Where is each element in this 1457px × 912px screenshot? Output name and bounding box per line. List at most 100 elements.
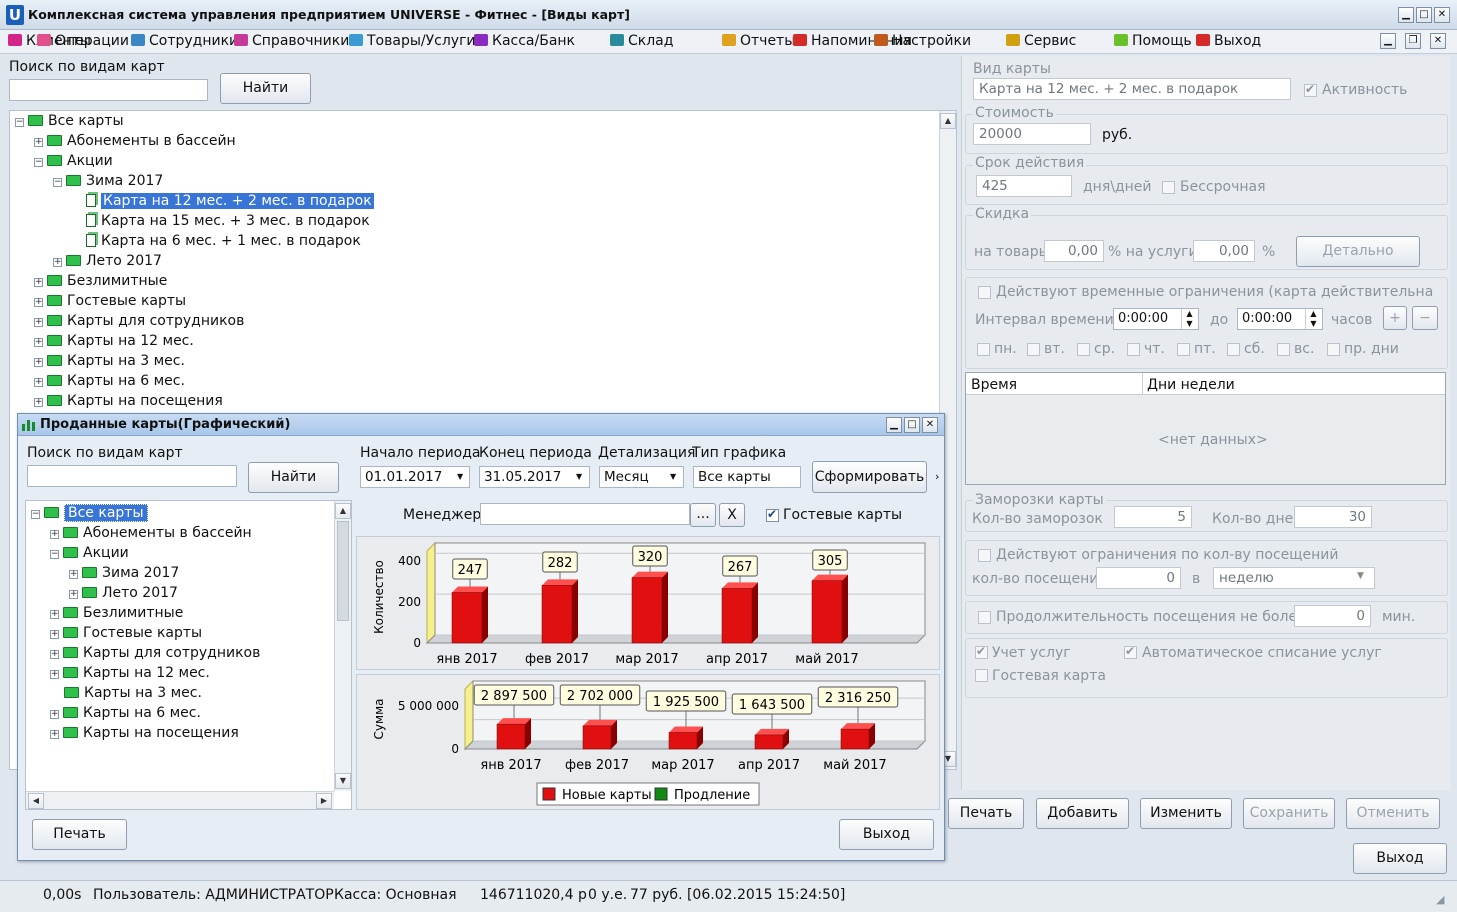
mdi-restore-icon[interactable]: ❐ bbox=[1405, 33, 1421, 49]
menu-11[interactable]: Помощь bbox=[1114, 33, 1192, 49]
tree-item[interactable]: Карта на 6 мес. + 1 мес. в подарок bbox=[72, 231, 361, 251]
menu-10[interactable]: Сервис bbox=[1006, 33, 1076, 49]
exit-button[interactable]: Выход bbox=[1353, 843, 1447, 874]
period-end-field[interactable]: 31.05.2017 bbox=[479, 466, 590, 488]
manager-select-button[interactable]: ... bbox=[690, 503, 716, 527]
expand-icon[interactable]: + bbox=[69, 570, 78, 579]
save-button[interactable]: Сохранить bbox=[1243, 798, 1335, 829]
sub-print-button[interactable]: Печать bbox=[32, 819, 127, 850]
tree-item[interactable]: − Все карты bbox=[15, 111, 124, 131]
print-button[interactable]: Печать bbox=[948, 798, 1024, 829]
expand-icon[interactable]: + bbox=[50, 630, 59, 639]
card-type-field[interactable]: Карта на 12 мес. + 2 мес. в подарок bbox=[973, 78, 1291, 100]
collapse-icon[interactable]: − bbox=[50, 550, 59, 559]
weekday-checkbox[interactable] bbox=[1227, 343, 1240, 356]
goods-discount-field[interactable]: 0,00 bbox=[1044, 240, 1104, 262]
expand-icon[interactable]: + bbox=[50, 670, 59, 679]
sub-scroll-thumb[interactable] bbox=[337, 521, 349, 621]
tree-item[interactable]: + Абонементы в бассейн bbox=[34, 131, 236, 151]
time-limit-checkbox[interactable] bbox=[978, 286, 991, 299]
weekday-checkbox[interactable] bbox=[1027, 343, 1040, 356]
search-input[interactable] bbox=[9, 79, 208, 101]
collapse-icon[interactable]: − bbox=[15, 118, 24, 127]
sub-tree-item[interactable]: + Абонементы в бассейн bbox=[50, 523, 252, 543]
sub-tree-item[interactable]: Карты на 3 мес. bbox=[50, 683, 202, 703]
weekday-checkbox[interactable] bbox=[1127, 343, 1140, 356]
sub-tree-item[interactable]: + Карты на 12 мес. bbox=[50, 663, 210, 683]
sub-scroll-left-icon[interactable]: ◀ bbox=[28, 793, 44, 809]
time-to-spinner-icon[interactable]: ▲ ▼ bbox=[1305, 309, 1321, 329]
visit-limit-checkbox[interactable] bbox=[978, 549, 991, 562]
weekday-checkbox[interactable] bbox=[1177, 343, 1190, 356]
auto-writeoff-checkbox[interactable] bbox=[1124, 644, 1137, 659]
build-button[interactable]: Сформировать bbox=[812, 461, 927, 493]
menu-4[interactable]: Товары/Услуги bbox=[349, 33, 476, 49]
collapse-icon[interactable]: − bbox=[31, 510, 40, 519]
collapse-icon[interactable]: − bbox=[34, 158, 43, 167]
expand-icon[interactable]: + bbox=[34, 318, 43, 327]
expand-icon[interactable]: + bbox=[34, 298, 43, 307]
weekday-checkbox[interactable] bbox=[1327, 343, 1340, 356]
manager-field[interactable] bbox=[480, 503, 690, 525]
expand-icon[interactable]: + bbox=[50, 530, 59, 539]
minimize-icon[interactable]: ▁ bbox=[1398, 7, 1414, 23]
tree-item[interactable]: + Карты на 3 мес. bbox=[34, 351, 185, 371]
unlimited-checkbox[interactable] bbox=[1162, 181, 1175, 194]
sub-tree-item[interactable]: + Гостевые карты bbox=[50, 623, 202, 643]
duration-checkbox[interactable] bbox=[978, 611, 991, 624]
menu-3[interactable]: Справочники bbox=[234, 33, 349, 49]
close-icon[interactable]: ✕ bbox=[1434, 7, 1450, 23]
edit-button[interactable]: Изменить bbox=[1140, 798, 1232, 829]
expand-icon[interactable]: + bbox=[50, 730, 59, 739]
sub-search-input[interactable] bbox=[27, 465, 237, 487]
tree-item[interactable]: Карта на 12 мес. + 2 мес. в подарок bbox=[72, 191, 374, 211]
sub-scroll-down-icon[interactable]: ▼ bbox=[335, 773, 351, 789]
sub-tree-item[interactable]: + Безлимитные bbox=[50, 603, 183, 623]
detail-button[interactable]: Детально bbox=[1296, 236, 1420, 267]
tree-item[interactable]: − Акции bbox=[34, 151, 113, 171]
sub-find-button[interactable]: Найти bbox=[248, 462, 339, 493]
period-end-dropdown-icon[interactable]: ▼ bbox=[576, 472, 582, 481]
tree-item[interactable]: + Безлимитные bbox=[34, 271, 167, 291]
time-from-spinner-icon[interactable]: ▲ ▼ bbox=[1181, 309, 1197, 329]
period-start-field[interactable]: 01.01.2017 bbox=[360, 466, 470, 488]
collapse-icon[interactable]: − bbox=[53, 178, 62, 187]
visit-count-field[interactable]: 0 bbox=[1096, 567, 1181, 589]
sub-maximize-icon[interactable]: □ bbox=[904, 417, 920, 433]
manager-clear-button[interactable]: X bbox=[719, 503, 745, 527]
weekday-checkbox[interactable] bbox=[1077, 343, 1090, 356]
period-start-dropdown-icon[interactable]: ▼ bbox=[457, 472, 463, 481]
freeze-days-field[interactable]: 30 bbox=[1294, 506, 1372, 528]
guest-card-checkbox[interactable] bbox=[975, 669, 988, 682]
mdi-close-icon[interactable]: ✕ bbox=[1430, 33, 1446, 49]
menu-5[interactable]: Касса/Банк bbox=[474, 33, 575, 49]
resize-grip-icon[interactable]: ◢ bbox=[1436, 893, 1444, 906]
expand-icon[interactable]: + bbox=[34, 398, 43, 407]
expand-icon[interactable]: + bbox=[50, 650, 59, 659]
expand-icon[interactable]: + bbox=[34, 378, 43, 387]
sub-exit-button[interactable]: Выход bbox=[839, 819, 934, 850]
maximize-icon[interactable]: □ bbox=[1416, 7, 1432, 23]
tree-item[interactable]: Карта на 15 мес. + 3 мес. в подарок bbox=[72, 211, 370, 231]
expand-icon[interactable]: + bbox=[34, 358, 43, 367]
cost-field[interactable]: 20000 bbox=[973, 123, 1091, 145]
tree-item[interactable]: + Гостевые карты bbox=[34, 291, 186, 311]
add-interval-icon[interactable]: + bbox=[1383, 306, 1407, 330]
sub-tree-vscroll[interactable]: ▲ ▼ bbox=[334, 501, 351, 791]
sub-close-icon[interactable]: ✕ bbox=[922, 417, 938, 433]
menu-12[interactable]: Выход bbox=[1196, 33, 1261, 49]
chart-type-field[interactable]: Все карты bbox=[693, 466, 801, 488]
expand-icon[interactable]: + bbox=[53, 258, 62, 267]
period-select[interactable]: неделю bbox=[1213, 567, 1375, 589]
duration-field[interactable]: 0 bbox=[1294, 605, 1371, 627]
service-account-checkbox[interactable] bbox=[975, 644, 988, 659]
sub-tree-item[interactable]: + Карты для сотрудников bbox=[50, 643, 260, 663]
menu-1[interactable]: Операции bbox=[37, 33, 129, 49]
cancel-button[interactable]: Отменить bbox=[1346, 798, 1440, 829]
chevron-down-icon[interactable]: ▼ bbox=[1357, 571, 1364, 581]
sub-scroll-right-icon[interactable]: ▶ bbox=[316, 793, 332, 809]
remove-interval-icon[interactable]: − bbox=[1412, 306, 1438, 330]
sub-tree-item[interactable]: − Акции bbox=[50, 543, 129, 563]
sub-tree-item[interactable]: + Зима 2017 bbox=[69, 563, 179, 583]
find-button[interactable]: Найти bbox=[220, 73, 311, 104]
